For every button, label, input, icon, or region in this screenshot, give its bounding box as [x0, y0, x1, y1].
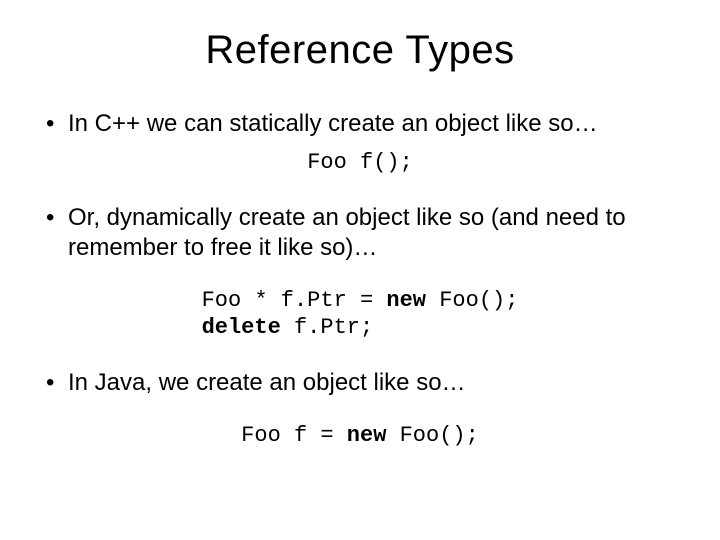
code-snippet-static: Foo f();	[40, 149, 680, 177]
code-text: Foo();	[426, 288, 518, 313]
code-keyword: new	[347, 423, 387, 448]
code-keyword: new	[386, 288, 426, 313]
bullet-item-1: In C++ we can statically create an objec…	[40, 109, 680, 139]
code-text: Foo * f.Ptr =	[202, 288, 387, 313]
bullet-list: In C++ we can statically create an objec…	[40, 109, 680, 139]
code-keyword: delete	[202, 315, 281, 340]
slide-title: Reference Types	[40, 28, 680, 73]
code-text: f.Ptr;	[281, 315, 373, 340]
bullet-item-3: In Java, we create an object like so…	[40, 368, 680, 398]
code-text: Foo f();	[307, 150, 413, 175]
code-snippet-java: Foo f = new Foo();	[40, 422, 680, 450]
code-line: Foo * f.Ptr = new Foo();	[202, 287, 519, 315]
bullet-list: In Java, we create an object like so…	[40, 368, 680, 398]
code-snippet-dynamic: Foo * f.Ptr = new Foo(); delete f.Ptr;	[40, 287, 680, 342]
code-text: Foo f =	[241, 423, 347, 448]
code-line: delete f.Ptr;	[202, 314, 519, 342]
code-text: Foo();	[386, 423, 478, 448]
bullet-item-2: Or, dynamically create an object like so…	[40, 203, 680, 263]
bullet-list: Or, dynamically create an object like so…	[40, 203, 680, 263]
